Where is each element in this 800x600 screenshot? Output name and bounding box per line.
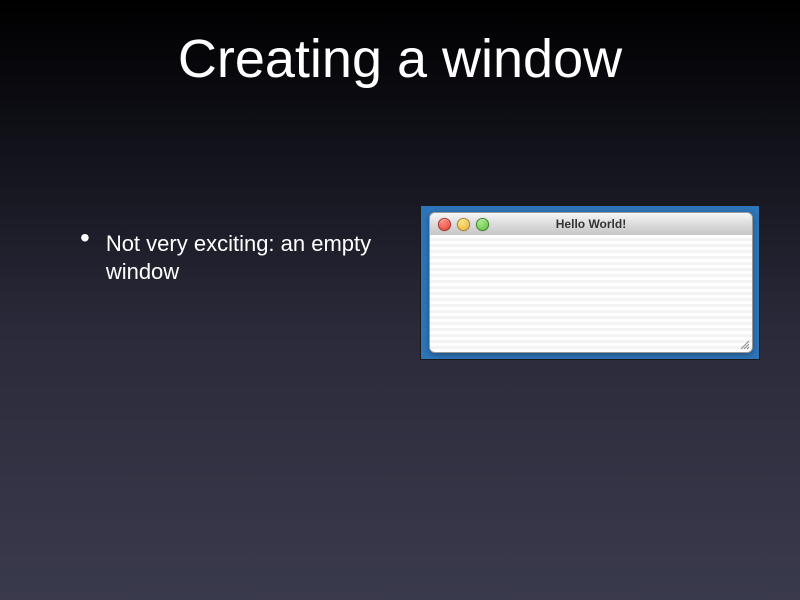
bullet-item: • Not very exciting: an empty window xyxy=(80,230,380,286)
slide: Creating a window • Not very exciting: a… xyxy=(0,0,800,600)
mac-window: Hello World! xyxy=(429,212,753,353)
slide-body: • Not very exciting: an empty window xyxy=(80,230,380,286)
resize-grip-icon[interactable] xyxy=(738,338,750,350)
bullet-text: Not very exciting: an empty window xyxy=(106,230,380,286)
screenshot-frame: Hello World! xyxy=(420,205,760,360)
window-titlebar: Hello World! xyxy=(430,213,752,236)
bullet-marker: • xyxy=(80,228,90,248)
window-content xyxy=(430,235,752,352)
slide-title: Creating a window xyxy=(0,28,800,90)
window-title: Hello World! xyxy=(430,217,752,231)
